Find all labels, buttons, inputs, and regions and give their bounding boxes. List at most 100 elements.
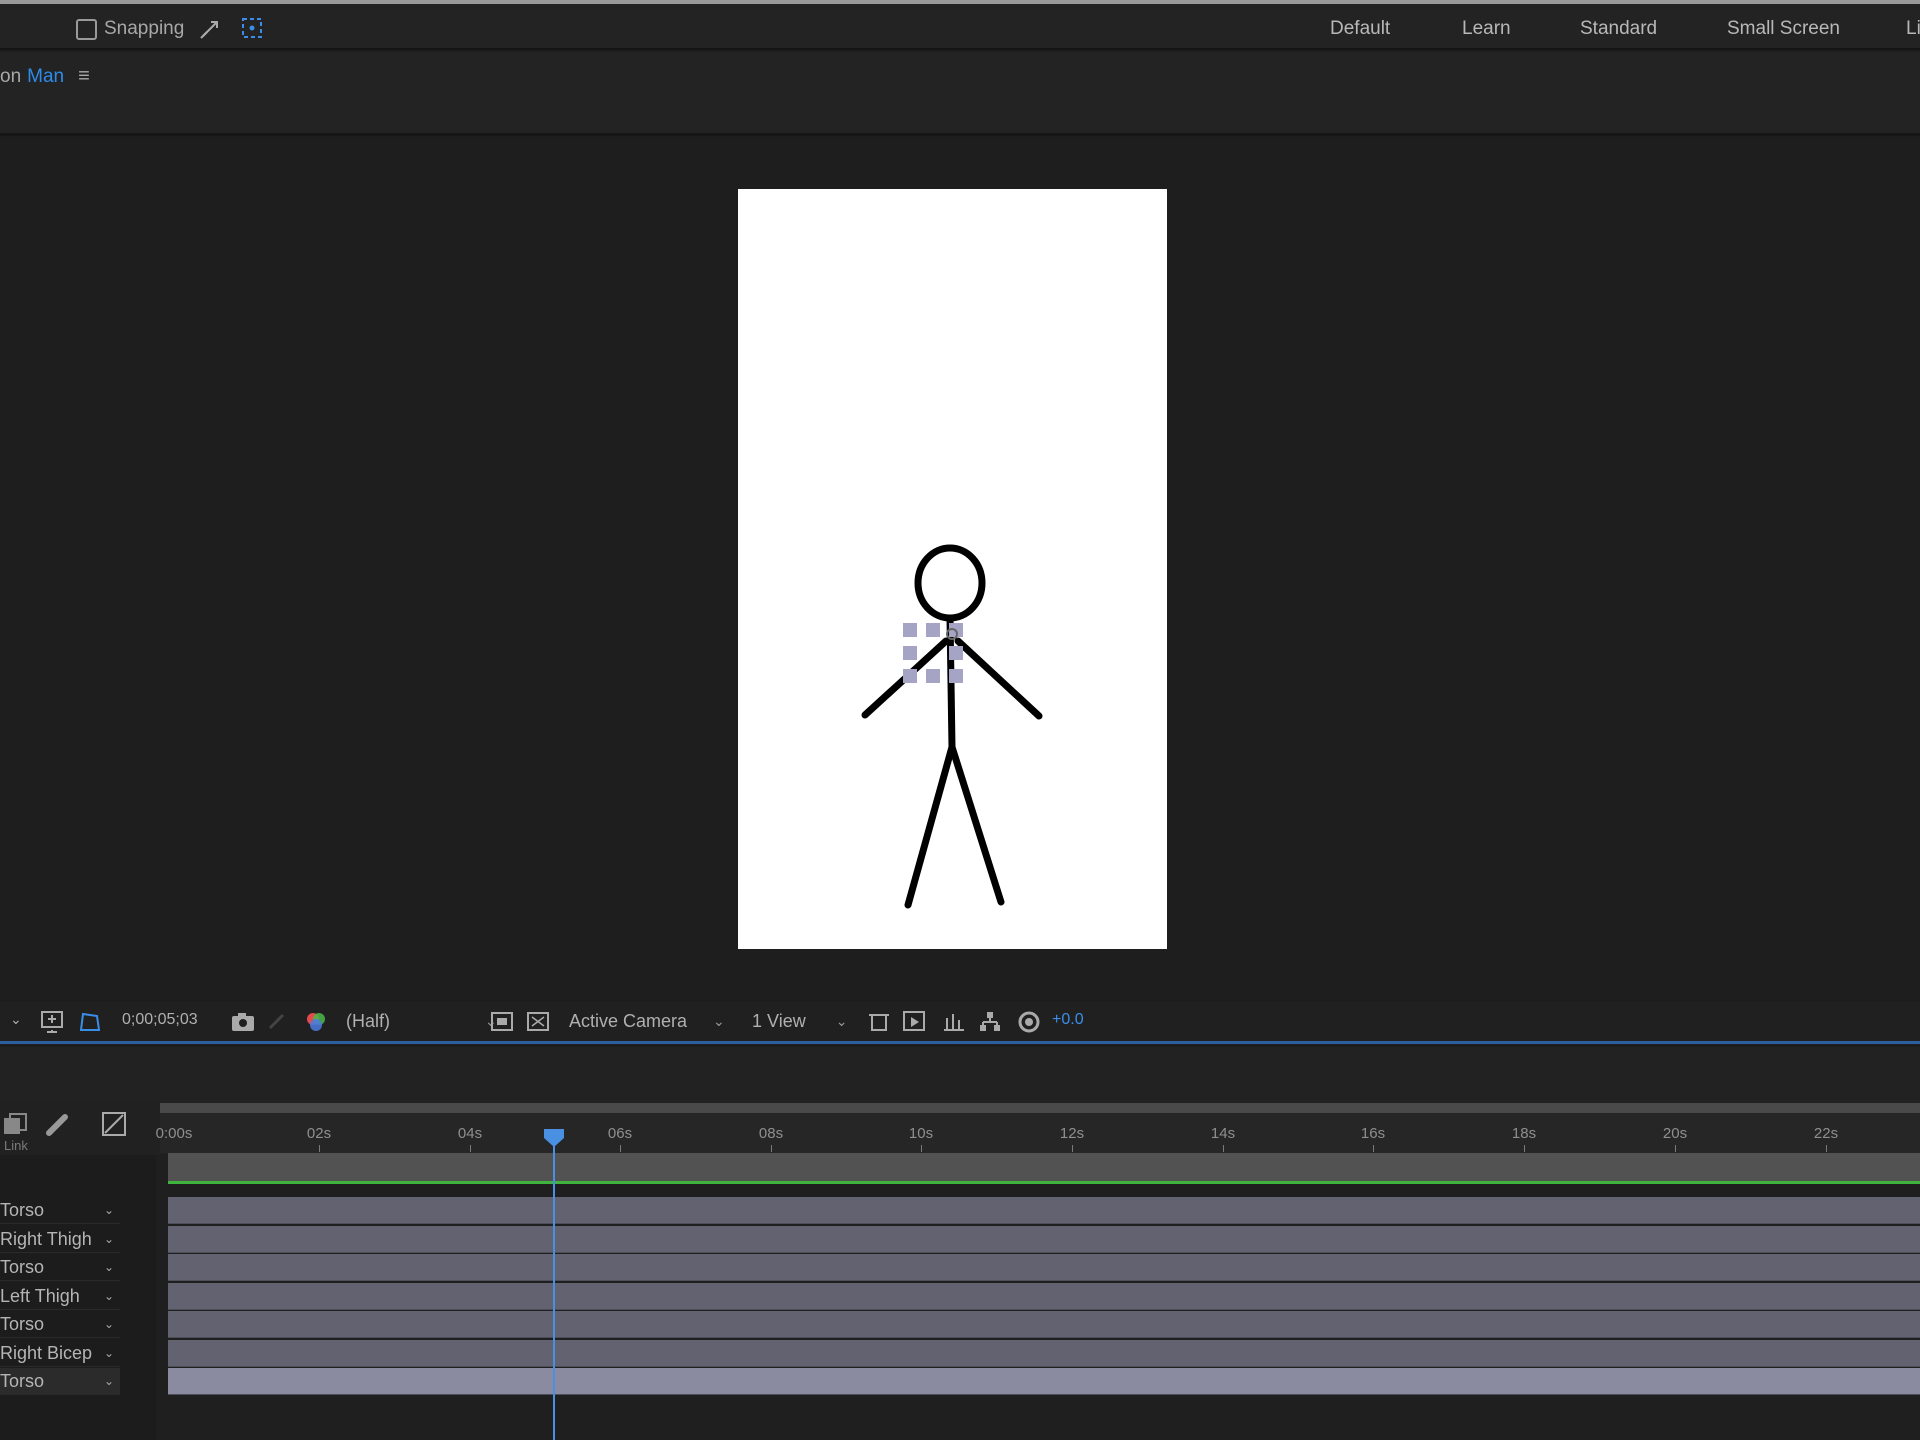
ruler-tick: [470, 1145, 471, 1152]
stick-figure-head[interactable]: [914, 544, 986, 622]
ruler-label: 20s: [1662, 1125, 1688, 1142]
parent-dropdown-value: Right Bicep: [0, 1342, 93, 1363]
toggle-pixel-aspect-icon[interactable]: [866, 1011, 892, 1033]
chevron-down-icon: ⌄: [713, 1013, 725, 1029]
view-layout-dropdown[interactable]: 1 View ⌄: [752, 1011, 847, 1032]
parent-dropdown[interactable]: Right Bicep ⌄: [0, 1340, 120, 1367]
parent-dropdown[interactable]: Torso ⌄: [0, 1254, 120, 1281]
comp-flowchart-icon[interactable]: [977, 1010, 1003, 1034]
ruler-label: 04s: [457, 1125, 483, 1142]
ruler-tick: [1524, 1145, 1525, 1152]
stick-figure-right-leg[interactable]: [948, 743, 1005, 906]
window-top-edge: [0, 0, 1920, 4]
ruler-tick: [1373, 1145, 1374, 1152]
ruler-tick: [319, 1145, 320, 1152]
hamburger-icon[interactable]: ≡: [78, 65, 90, 88]
chevron-down-icon: ⌄: [103, 1289, 114, 1303]
work-area-bar[interactable]: [160, 1103, 1920, 1113]
timeline-top-strip: [0, 1047, 1920, 1102]
ruler-tick: [1072, 1145, 1073, 1152]
parent-link-column-header: Link: [4, 1138, 28, 1153]
chevron-down-icon: ⌄: [103, 1317, 114, 1331]
fast-previews-icon[interactable]: [902, 1010, 928, 1034]
chevron-down-icon: ⌄: [103, 1260, 114, 1274]
composition-tab-prefix: on: [0, 65, 22, 87]
layer-duration-bar[interactable]: [168, 1340, 1920, 1367]
snap-edges-icon[interactable]: [197, 14, 225, 42]
parent-dropdown-value: Right Thigh: [0, 1228, 92, 1249]
ruler-tick: [921, 1145, 922, 1152]
comp-duration-bar: [168, 1153, 1920, 1183]
ruler-label: 08s: [758, 1125, 784, 1142]
resolution-dropdown[interactable]: (Half) ⌄: [346, 1011, 497, 1032]
composition-tab-bar: on Man ≡: [0, 52, 1920, 136]
mask-visibility-icon[interactable]: [77, 1010, 103, 1034]
chevron-down-icon: ⌄: [835, 1013, 848, 1029]
reset-exposure-icon[interactable]: [1017, 1010, 1041, 1034]
snap-features-icon[interactable]: [238, 14, 266, 42]
camera-view-value: Active Camera: [569, 1011, 688, 1031]
magnification-chevron-icon[interactable]: ⌄: [10, 1011, 22, 1028]
ruler-tick: [620, 1145, 621, 1152]
transparency-grid-icon[interactable]: [526, 1011, 550, 1033]
workspace-standard[interactable]: Standard: [1580, 18, 1657, 40]
time-ruler[interactable]: 0:00s 02s 04s 06s 08s 10s 12s 14s 16s 18…: [156, 1103, 1920, 1153]
region-of-interest-icon[interactable]: [490, 1011, 514, 1033]
ruler-label: 10s: [908, 1125, 934, 1142]
parent-dropdown[interactable]: Torso ⌄: [0, 1197, 120, 1224]
parent-dropdown[interactable]: Torso ⌄: [0, 1311, 120, 1338]
layer-duration-bar[interactable]: [168, 1197, 1920, 1224]
comp-mini-flowchart-icon[interactable]: [2, 1112, 28, 1138]
chevron-down-icon: ⌄: [103, 1346, 114, 1360]
ruler-tick: [771, 1145, 772, 1152]
draft-3d-icon[interactable]: [44, 1112, 70, 1138]
composition-name[interactable]: Man: [27, 66, 64, 88]
workspace-learn[interactable]: Learn: [1462, 18, 1511, 40]
snapshot-camera-icon[interactable]: [230, 1011, 256, 1033]
resolution-value: (Half): [346, 1011, 390, 1031]
parent-dropdown-value: Torso: [0, 1199, 45, 1220]
composition-tab[interactable]: on Man ≡: [0, 65, 90, 88]
parent-dropdown[interactable]: Right Thigh ⌄: [0, 1226, 120, 1253]
chevron-down-icon: ⌄: [103, 1203, 114, 1217]
snapping-toggle[interactable]: Snapping: [76, 17, 184, 41]
playhead-line[interactable]: [553, 1135, 555, 1440]
workspace-toolbar: Snapping Default Learn Standard Small Sc…: [0, 0, 1920, 50]
workspace-default[interactable]: Default: [1330, 18, 1390, 40]
viewer-footer: ⌄ 0;00;05;03 (Half) ⌄ Active Camera ⌄ 1 …: [0, 1002, 1920, 1044]
layer-duration-bar[interactable]: [168, 1226, 1920, 1253]
parent-dropdown[interactable]: Left Thigh ⌄: [0, 1283, 120, 1310]
stick-figure-left-leg[interactable]: [904, 743, 956, 909]
layer-duration-bar[interactable]: [168, 1311, 1920, 1338]
parent-dropdown-value: Torso: [0, 1370, 45, 1391]
camera-view-dropdown[interactable]: Active Camera ⌄: [569, 1011, 725, 1032]
layer-duration-bar[interactable]: [168, 1254, 1920, 1281]
layer-duration-bar[interactable]: [168, 1368, 1920, 1395]
parent-dropdown[interactable]: Torso ⌄: [0, 1368, 120, 1395]
composition-canvas[interactable]: [738, 189, 1167, 949]
composition-viewer[interactable]: [0, 138, 1920, 1000]
ruler-label: 16s: [1360, 1125, 1386, 1142]
ruler-tick: [1223, 1145, 1224, 1152]
always-preview-icon[interactable]: [40, 1010, 66, 1034]
show-snapshot-icon[interactable]: [267, 1012, 289, 1032]
stick-figure[interactable]: [738, 189, 1167, 949]
snapping-checkbox[interactable]: [76, 18, 97, 40]
color-channels-icon[interactable]: [304, 1010, 328, 1034]
playhead-handle-icon[interactable]: [543, 1128, 565, 1148]
current-time-display[interactable]: 0;00;05;03: [122, 1011, 198, 1029]
parent-dropdown-value: Left Thigh: [0, 1285, 80, 1306]
exposure-value[interactable]: +0.0: [1052, 1011, 1084, 1029]
workspace-small-screen[interactable]: Small Screen: [1727, 18, 1840, 40]
layer-duration-bar[interactable]: [168, 1283, 1920, 1310]
ruler-label: 02s: [306, 1125, 332, 1142]
ruler-label: 18s: [1511, 1125, 1537, 1142]
timeline-icon[interactable]: [941, 1010, 967, 1034]
graph-editor-icon[interactable]: [100, 1110, 128, 1138]
view-layout-value: 1 View: [752, 1011, 806, 1031]
stick-figure-right-arm[interactable]: [954, 637, 1043, 720]
ruler-label: 06s: [607, 1125, 633, 1142]
parent-dropdown-value: Torso: [0, 1313, 45, 1334]
ruler-label: 22s: [1813, 1125, 1839, 1142]
workspace-library[interactable]: Li: [1906, 18, 1920, 40]
